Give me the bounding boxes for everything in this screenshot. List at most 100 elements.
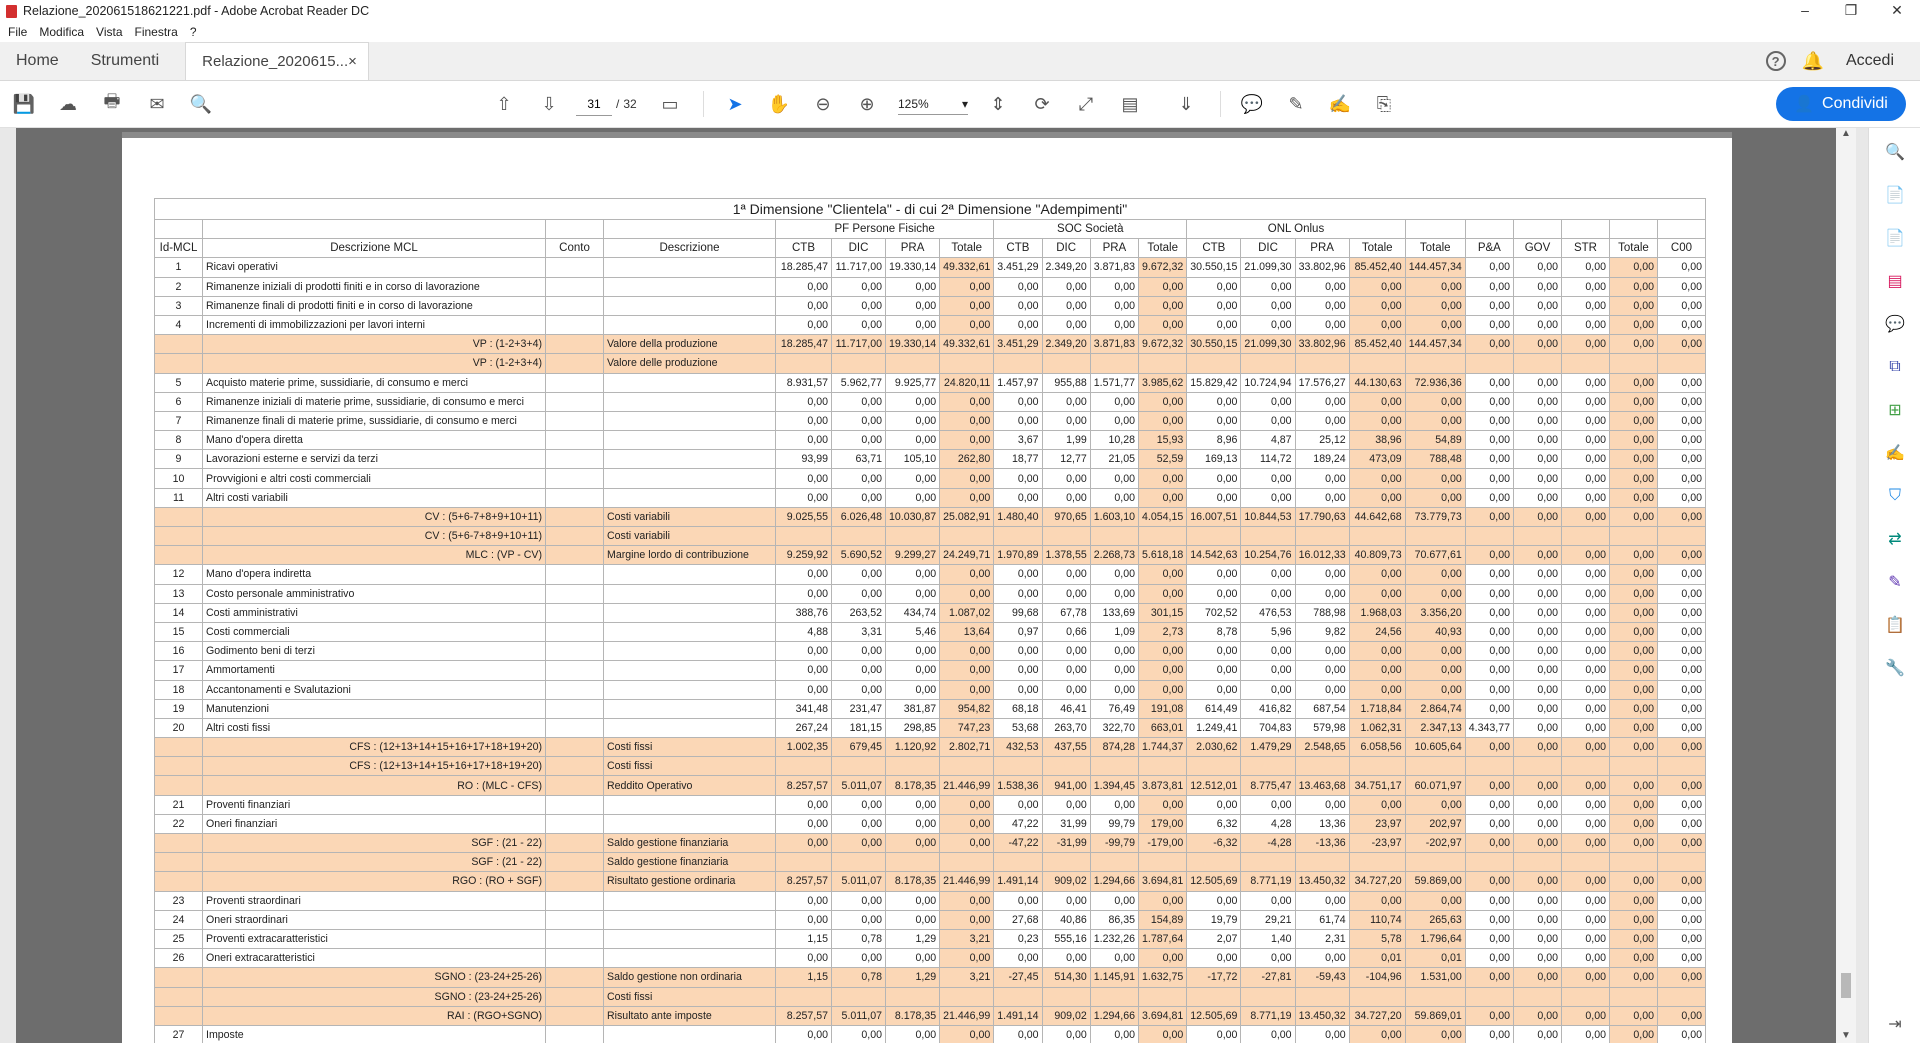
- stamp-icon[interactable]: ⎘: [1372, 92, 1396, 116]
- tab-document[interactable]: Relazione_2020615... ×: [185, 42, 370, 80]
- value-cell: [1240, 756, 1296, 777]
- value-cell: 9.925,77: [884, 372, 941, 393]
- value-cell: [1240, 986, 1296, 1007]
- value-cell: 0,00: [1608, 449, 1658, 470]
- value-cell: 21,05: [1089, 449, 1140, 470]
- value-cell: 0,00: [1240, 679, 1296, 700]
- protect-icon[interactable]: ⛉: [1883, 484, 1907, 508]
- value-cell: 0,00: [1089, 487, 1140, 508]
- value-cell: 0,00: [1512, 564, 1562, 585]
- value-cell: 6,32: [1186, 813, 1242, 835]
- restore-icon[interactable]: ❐: [1828, 0, 1874, 22]
- id-cell: 22: [154, 813, 203, 835]
- share-button[interactable]: 👤 Condividi: [1776, 87, 1906, 121]
- send-track-icon[interactable]: 📋: [1883, 613, 1907, 637]
- close-window-icon[interactable]: ✕: [1874, 0, 1920, 22]
- request-signature-icon[interactable]: ✎: [1883, 570, 1907, 594]
- description-cell: Risultato gestione ordinaria: [603, 871, 776, 892]
- menu-finestra[interactable]: Finestra: [135, 25, 178, 39]
- send-for-review-icon[interactable]: ⇄: [1883, 527, 1907, 551]
- description-cell: [603, 449, 776, 470]
- tab-close-icon[interactable]: ×: [348, 53, 357, 70]
- cursor-icon[interactable]: ➤: [723, 92, 747, 116]
- comment-tool-icon[interactable]: 💬: [1883, 312, 1907, 336]
- value-cell: 0,00: [1404, 660, 1466, 681]
- next-page-icon[interactable]: ⇩: [537, 92, 561, 116]
- pen-icon[interactable]: ✎: [1284, 92, 1308, 116]
- value-cell: 0,00: [1608, 909, 1658, 930]
- value-cell: 0,00: [831, 641, 886, 662]
- value-cell: 0,00: [939, 813, 995, 835]
- value-cell: [1186, 986, 1242, 1007]
- mail-icon[interactable]: ✉: [145, 92, 169, 116]
- description-mcl-cell: Imposte: [202, 1024, 546, 1043]
- zoom-in-icon[interactable]: ⊕: [855, 92, 879, 116]
- value-cell: 0,00: [1138, 410, 1188, 432]
- value-cell: 0,00: [1608, 948, 1658, 969]
- value-cell: [1186, 756, 1242, 777]
- compress-icon[interactable]: ⊞: [1883, 398, 1907, 422]
- value-cell: 25,12: [1294, 430, 1350, 451]
- value-cell: 0,00: [831, 487, 886, 508]
- value-cell: 2,07: [1186, 928, 1242, 950]
- fit-page-icon[interactable]: ⇕: [986, 92, 1010, 116]
- vertical-scrollbar[interactable]: ▲ ▼: [1836, 128, 1856, 1043]
- minimize-icon[interactable]: –: [1782, 0, 1828, 22]
- sign-icon[interactable]: ✍: [1328, 92, 1352, 116]
- create-pdf-icon[interactable]: 📄: [1883, 183, 1907, 207]
- organize-pages-icon[interactable]: ▤: [1883, 269, 1907, 293]
- conto-cell: [545, 295, 604, 316]
- value-cell: 0,00: [1512, 813, 1562, 835]
- comment-icon[interactable]: 💬: [1240, 92, 1264, 116]
- hand-icon[interactable]: ✋: [767, 92, 791, 116]
- value-cell: 0,00: [1512, 641, 1562, 662]
- conto-cell: [545, 1024, 604, 1043]
- prev-page-icon[interactable]: ⇧: [492, 92, 516, 116]
- search-icon[interactable]: 🔍: [189, 92, 213, 116]
- value-cell: 0,00: [1608, 698, 1658, 719]
- scroll-thumb[interactable]: [1841, 973, 1851, 998]
- scroll-icon[interactable]: ⇓: [1174, 92, 1198, 116]
- value-cell: [884, 756, 941, 777]
- page-number-input[interactable]: [576, 92, 612, 116]
- value-cell: 0,00: [775, 468, 832, 489]
- value-cell: 16.012,33: [1294, 545, 1350, 566]
- menu-vista[interactable]: Vista: [96, 25, 122, 39]
- view-mode-icon[interactable]: ▭: [658, 92, 682, 116]
- menu-help[interactable]: ?: [190, 25, 197, 39]
- login-button[interactable]: Accedi: [1846, 52, 1894, 70]
- description-cell: [603, 314, 776, 336]
- value-cell: 0,00: [939, 564, 995, 585]
- tab-tools[interactable]: Strumenti: [75, 42, 175, 80]
- scroll-up-icon[interactable]: ▲: [1836, 128, 1856, 139]
- zoom-search-icon[interactable]: 🔍: [1883, 140, 1907, 164]
- left-pane-toggle[interactable]: [0, 128, 16, 1043]
- table-row: 3 Rimanenze finali di prodotti finiti e i…: [154, 295, 1706, 316]
- menu-file[interactable]: File: [8, 25, 27, 39]
- tab-home[interactable]: Home: [0, 42, 75, 80]
- collapse-pane-icon[interactable]: ⇥: [1883, 1012, 1907, 1036]
- help-icon[interactable]: ?: [1765, 51, 1786, 71]
- print-icon[interactable]: 🖶: [100, 91, 124, 116]
- value-cell: 0,00: [1656, 602, 1706, 623]
- id-cell: 25: [154, 928, 203, 950]
- menu-modifica[interactable]: Modifica: [39, 25, 84, 39]
- save-icon[interactable]: 💾: [12, 92, 36, 116]
- zoom-select[interactable]: 125% ▾: [898, 94, 968, 115]
- page-layout-icon[interactable]: ▤: [1118, 92, 1142, 116]
- upload-icon[interactable]: ☁: [56, 92, 80, 116]
- right-pane-toggle[interactable]: [1856, 128, 1868, 1043]
- rotate-icon[interactable]: ⟳: [1030, 92, 1054, 116]
- value-cell: 388,76: [775, 602, 832, 623]
- fill-sign-icon[interactable]: ✍: [1883, 441, 1907, 465]
- more-tools-icon[interactable]: 🔧: [1883, 656, 1907, 680]
- scroll-down-icon[interactable]: ▼: [1836, 1030, 1856, 1041]
- combine-files-icon[interactable]: ⧉: [1883, 355, 1907, 379]
- value-cell: 0,00: [1656, 506, 1706, 528]
- export-pdf-icon[interactable]: 📄: [1883, 226, 1907, 250]
- zoom-out-icon[interactable]: ⊖: [811, 92, 835, 116]
- value-cell: 12.505,69: [1186, 1005, 1242, 1026]
- value-cell: [1464, 852, 1514, 873]
- bell-icon[interactable]: 🔔: [1802, 51, 1824, 72]
- fullscreen-icon[interactable]: ⤢: [1074, 92, 1098, 116]
